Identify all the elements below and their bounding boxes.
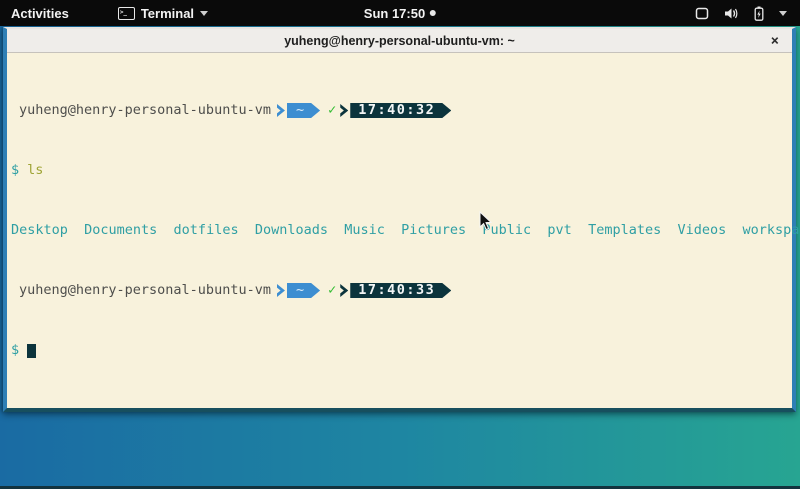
prompt-line: yuheng@henry-personal-ubuntu-vm ~ ✓ 17:4… — [11, 103, 788, 118]
terminal-window: yuheng@henry-personal-ubuntu-vm: ~ × yuh… — [3, 27, 796, 412]
prompt-time-segment: 17:40:33 — [350, 283, 451, 298]
ls-output: Desktop Documents dotfiles Downloads Mus… — [11, 223, 788, 238]
powerline-chevron-icon — [277, 284, 285, 297]
prompt-host: yuheng@henry-personal-ubuntu-vm — [19, 283, 271, 298]
powerline-chevron-icon — [340, 284, 348, 297]
prompt-symbol: $ — [11, 163, 19, 178]
prompt-time-segment: 17:40:32 — [350, 103, 451, 118]
prompt-path-segment: ~ — [287, 103, 320, 118]
powerline-chevron-icon — [277, 104, 285, 117]
clock-label: Sun 17:50 — [364, 6, 425, 21]
terminal-icon: >_ — [118, 7, 135, 20]
desktop: Activities >_ Terminal Sun 17:50 — [0, 0, 800, 489]
system-status-area[interactable] — [682, 0, 800, 26]
mouse-cursor-icon — [479, 211, 493, 236]
chevron-down-icon — [200, 11, 208, 16]
prompt-symbol: $ — [11, 343, 19, 358]
powerline-chevron-icon — [340, 104, 348, 117]
typed-command: ls — [27, 163, 43, 178]
status-check-icon: ✓ — [328, 103, 336, 118]
prompt-path-segment: ~ — [287, 283, 320, 298]
notification-dot-icon — [430, 10, 436, 16]
clock-button[interactable]: Sun 17:50 — [364, 0, 436, 26]
status-check-icon: ✓ — [328, 283, 336, 298]
terminal-cursor — [27, 344, 36, 358]
terminal-content[interactable]: yuheng@henry-personal-ubuntu-vm ~ ✓ 17:4… — [7, 53, 792, 403]
terminal-icon-glyph: >_ — [120, 10, 127, 16]
command-line[interactable]: $ — [11, 343, 788, 358]
prompt-host: yuheng@henry-personal-ubuntu-vm — [19, 103, 271, 118]
close-button[interactable]: × — [771, 29, 779, 52]
command-line: $ ls — [11, 163, 788, 178]
app-menu-label: Terminal — [141, 6, 194, 21]
volume-icon — [724, 7, 739, 20]
prompt-line: yuheng@henry-personal-ubuntu-vm ~ ✓ 17:4… — [11, 283, 788, 298]
titlebar[interactable]: yuheng@henry-personal-ubuntu-vm: ~ × — [7, 29, 792, 53]
window-title: yuheng@henry-personal-ubuntu-vm: ~ — [284, 34, 515, 48]
app-menu-terminal[interactable]: >_ Terminal — [108, 0, 218, 26]
activities-button[interactable]: Activities — [0, 0, 80, 26]
chevron-down-icon — [779, 11, 787, 16]
battery-charging-icon — [754, 6, 764, 21]
top-bar: Activities >_ Terminal Sun 17:50 — [0, 0, 800, 26]
screen-icon — [695, 7, 709, 20]
